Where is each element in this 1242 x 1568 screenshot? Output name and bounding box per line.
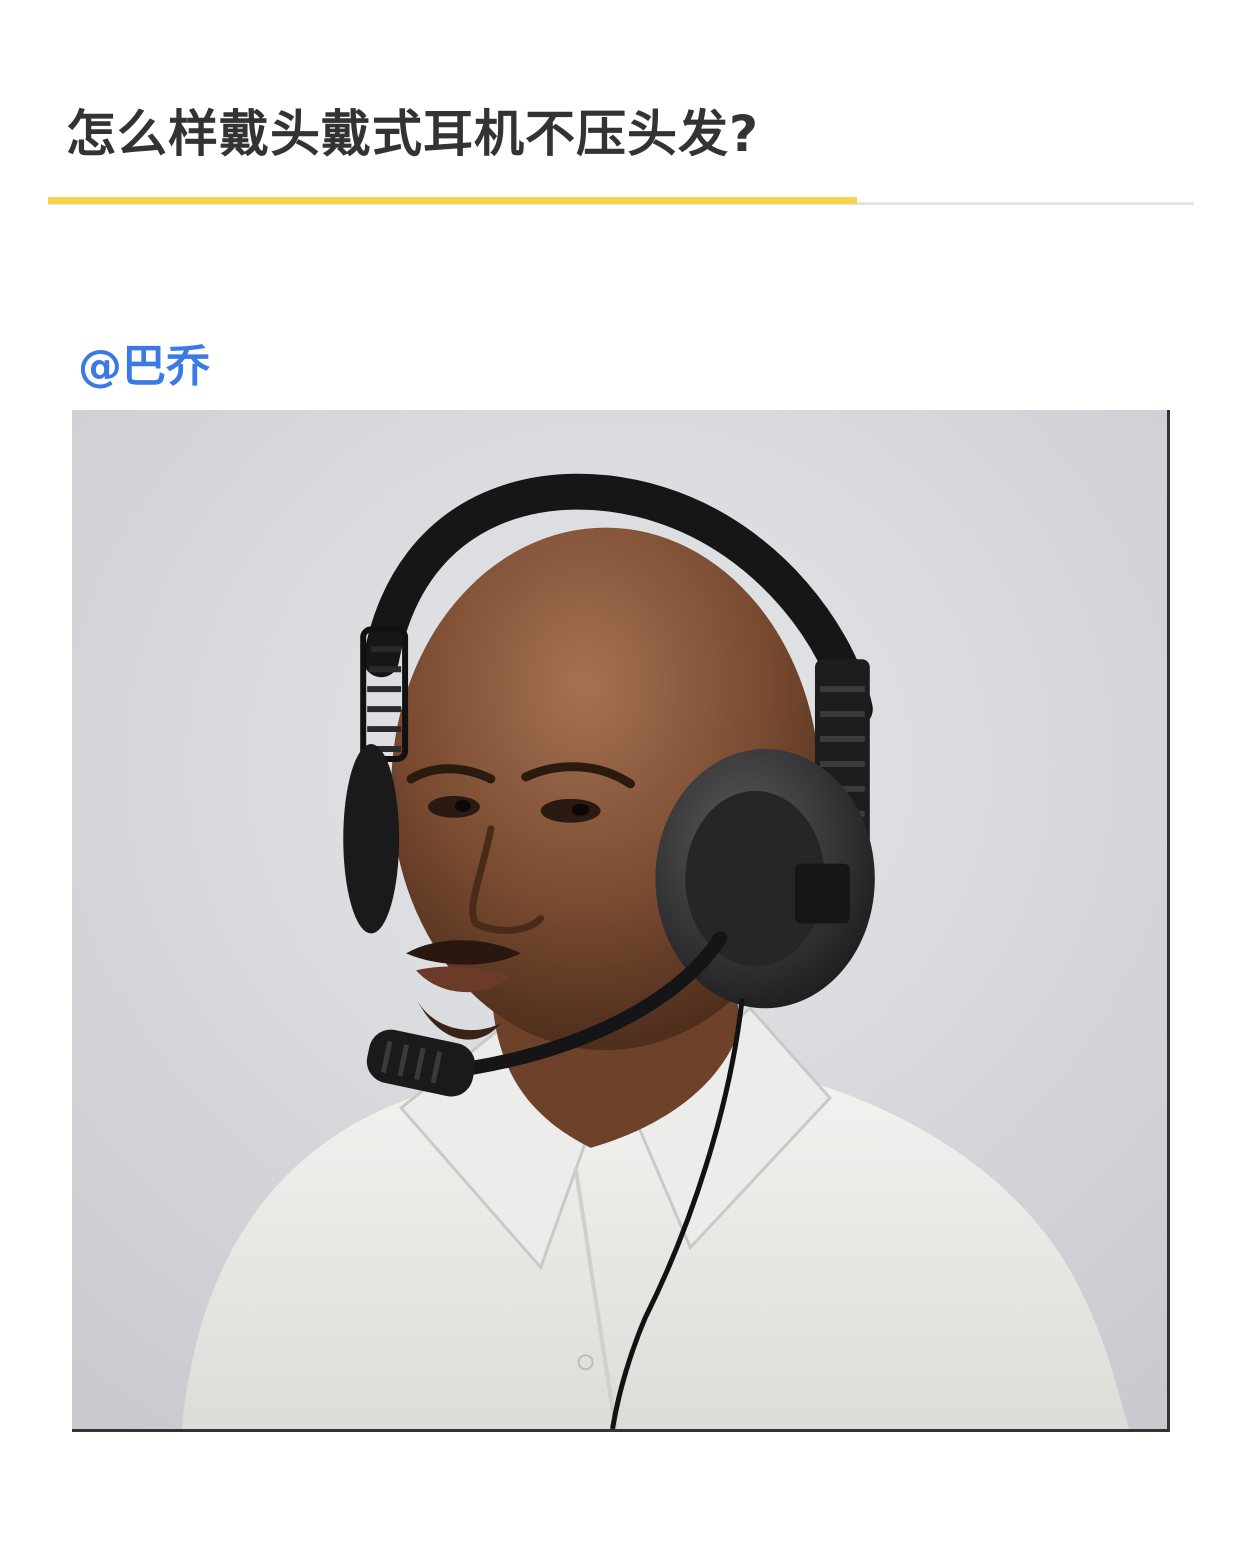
answer-photo[interactable] (72, 410, 1170, 1432)
question-title: 怎么样戴头戴式耳机不压头发? (66, 105, 760, 163)
photo-man-wearing-headset (72, 410, 1167, 1429)
title-divider-accent (48, 197, 857, 204)
author-mention-link[interactable]: @巴乔 (78, 336, 210, 398)
